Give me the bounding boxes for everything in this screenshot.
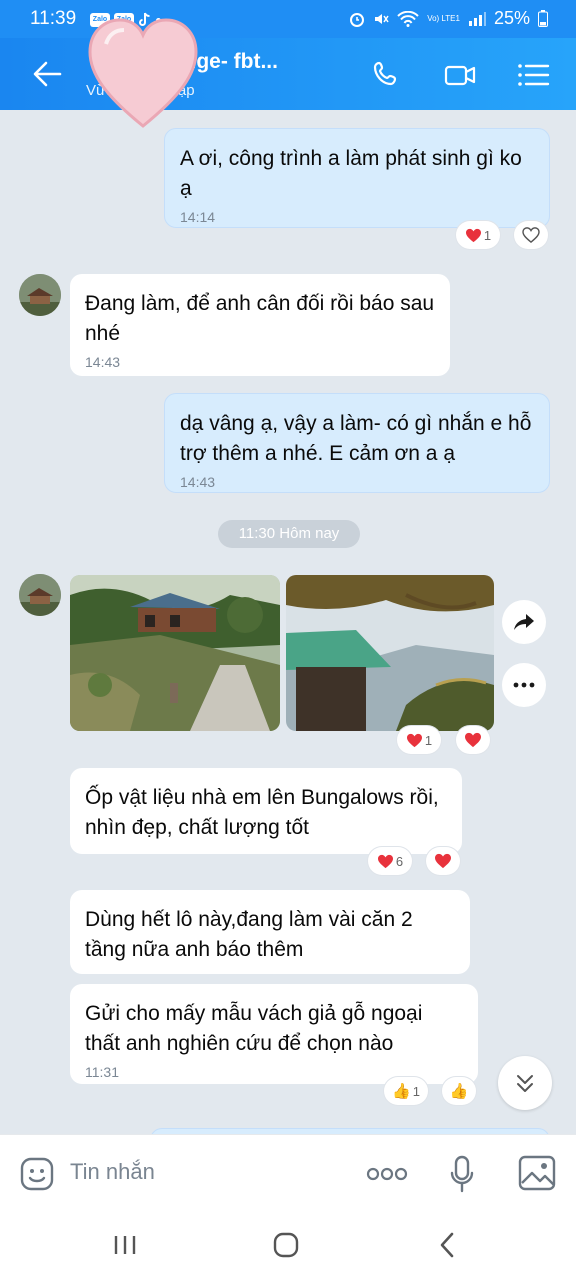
message-input[interactable]: Tin nhắn	[70, 1159, 155, 1185]
add-reaction-button[interactable]	[514, 221, 548, 249]
alarm-icon	[350, 12, 365, 27]
photo-bungalow-hillside[interactable]	[70, 575, 280, 731]
microphone-icon[interactable]	[450, 1155, 474, 1193]
reaction-count: 6	[395, 853, 404, 869]
battery-percent: 25%	[493, 8, 530, 28]
heart-icon	[406, 733, 422, 747]
contact-avatar[interactable]	[19, 574, 61, 616]
more-options-button[interactable]	[502, 663, 546, 707]
react-heart-button[interactable]	[426, 847, 460, 875]
reaction-count: 1	[412, 1083, 420, 1099]
network-type: Vo) LTE1	[427, 14, 460, 23]
heart-icon	[465, 732, 481, 748]
message-time: 14:43	[85, 354, 121, 370]
message-text: A ơi, công trình a làm phát sinh gì ko ạ	[180, 147, 522, 200]
message-bubble-sent[interactable]: A ơi, công trình a làm phát sinh gì ko ạ…	[164, 128, 550, 228]
reaction-count-badge[interactable]: 1	[397, 726, 441, 754]
phone-call-icon[interactable]	[370, 60, 404, 90]
heart-icon	[435, 853, 451, 869]
message-text: Đang làm, để anh cân đối rồi báo sau nhé	[85, 292, 435, 345]
status-indicators: Vo) LTE1 25%	[349, 8, 548, 29]
forward-button[interactable]	[502, 600, 546, 644]
react-heart-button[interactable]	[456, 726, 490, 754]
message-bubble-received[interactable]: Dùng hết lô này,đang làm vài căn 2 tầng …	[70, 890, 470, 974]
reaction-count-badge[interactable]: 6	[368, 847, 412, 875]
contact-avatar[interactable]	[19, 274, 61, 316]
home-icon[interactable]	[273, 1232, 299, 1258]
message-time: 14:43	[180, 474, 216, 490]
message-text: Dùng hết lô này,đang làm vài căn 2 tầng …	[85, 908, 413, 961]
message-list[interactable]: A ơi, công trình a làm phát sinh gì ko ạ…	[0, 110, 576, 1134]
double-chevron-down-icon	[517, 1075, 533, 1092]
react-like-button[interactable]: 👍	[442, 1077, 476, 1105]
message-bubble-received[interactable]: Ốp vật liệu nhà em lên Bungalows rồi, nh…	[70, 768, 462, 854]
reaction-count: 1	[483, 227, 492, 243]
mute-icon	[375, 13, 389, 24]
share-arrow-icon	[514, 614, 534, 630]
heart-icon	[377, 854, 393, 868]
more-options-icon[interactable]	[366, 1167, 408, 1181]
signal-icon	[468, 11, 486, 26]
thumbs-up-icon: 👍	[449, 1083, 469, 1100]
system-navigation-bar	[0, 1214, 576, 1280]
message-bubble-received[interactable]: Đang làm, để anh cân đối rồi báo sau nhé…	[70, 274, 450, 376]
message-text: Ốp vật liệu nhà em lên Bungalows rồi, nh…	[85, 786, 439, 839]
image-gallery-icon[interactable]	[518, 1155, 556, 1191]
heart-icon	[465, 228, 481, 242]
message-text: Gửi cho mấy mẫu vách giả gỗ ngoại thất a…	[85, 1002, 423, 1055]
nav-back-icon[interactable]	[438, 1232, 456, 1258]
reaction-count-badge[interactable]: 1	[456, 221, 500, 249]
thumbs-up-icon: 👍	[392, 1083, 411, 1100]
recent-apps-icon[interactable]	[113, 1234, 137, 1256]
video-call-icon[interactable]	[443, 60, 477, 90]
menu-list-icon[interactable]	[516, 60, 550, 90]
photo-bungalow-mountain-view[interactable]	[286, 575, 494, 731]
date-divider: 11:30 Hôm nay	[218, 520, 360, 548]
reaction-count: 1	[424, 732, 433, 748]
wifi-icon	[397, 10, 419, 27]
message-bubble-received[interactable]: Gửi cho mấy mẫu vách giả gỗ ngoại thất a…	[70, 984, 478, 1084]
reaction-count-badge[interactable]: 👍 1	[384, 1077, 428, 1105]
message-text: dạ vâng ạ, vậy a làm- có gì nhắn e hỗ tr…	[180, 412, 532, 465]
status-time: 11:39	[30, 8, 77, 29]
emoji-sticker-icon[interactable]	[20, 1157, 54, 1191]
more-horizontal-icon	[513, 682, 535, 688]
message-composer: Tin nhắn	[0, 1134, 576, 1215]
scroll-to-bottom-button[interactable]	[498, 1056, 552, 1110]
heart-outline-icon	[522, 227, 540, 243]
battery-icon	[538, 10, 548, 27]
message-bubble-sent[interactable]: dạ vâng ạ, vậy a làm- có gì nhắn e hỗ tr…	[164, 393, 550, 493]
back-arrow-icon[interactable]	[30, 58, 64, 90]
